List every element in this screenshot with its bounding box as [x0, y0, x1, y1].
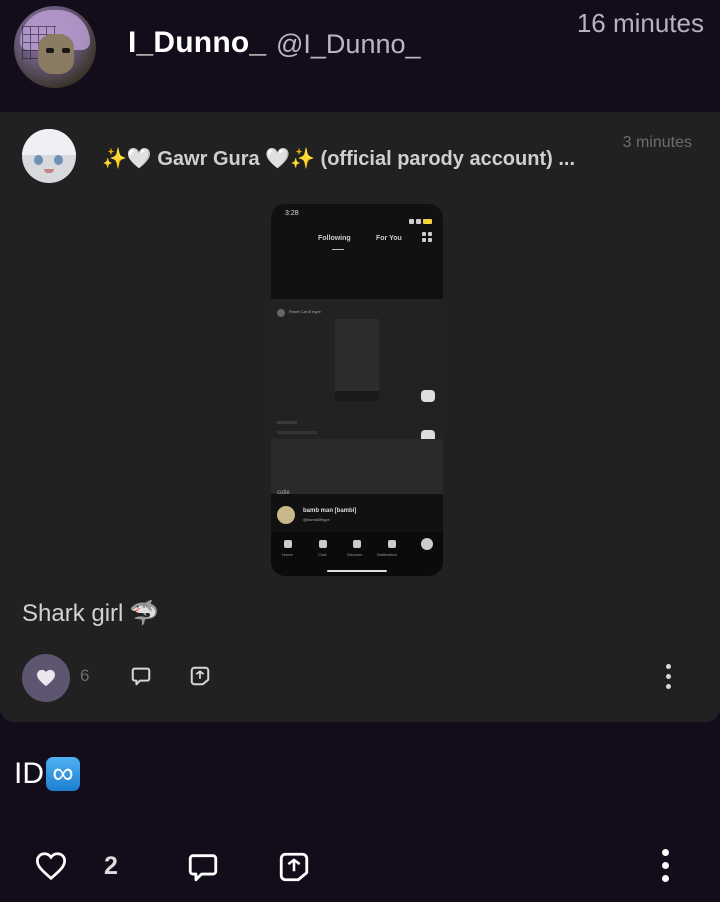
phone-gray-block [271, 439, 443, 494]
comment-icon [188, 854, 218, 882]
share-icon [279, 852, 309, 882]
phone-nav-chat: Chat [318, 552, 327, 557]
like-count: 2 [104, 852, 118, 880]
phone-tab-following: Following [318, 235, 351, 242]
user-handle[interactable]: @I_Dunno_ [276, 29, 421, 60]
phone-status-icons [407, 211, 433, 224]
phone-nav-notification: Notification [377, 552, 397, 557]
avatar-face [38, 34, 74, 74]
quoted-avatar-mouth [44, 169, 54, 173]
phone-grid-icon [422, 232, 434, 244]
post-text-content: ID [14, 757, 44, 790]
quoted-more-button[interactable] [660, 664, 676, 690]
post-action-bar: 2 [0, 840, 720, 892]
phone-caption: cutie [277, 490, 290, 496]
quoted-caption-text: Shark girl [22, 600, 124, 627]
quoted-action-bar: 6 [0, 652, 720, 702]
quoted-like-count: 6 [80, 666, 90, 685]
phone-home-icon [284, 540, 292, 548]
phone-commenter-handle: @bambiØhype [303, 517, 330, 522]
quoted-like-button[interactable] [22, 654, 70, 702]
shark-emoji: 🦈 [129, 600, 160, 627]
share-button[interactable] [277, 850, 311, 889]
phone-commenter-avatar [277, 506, 295, 524]
phone-discover-icon [353, 540, 361, 548]
quoted-avatar-hair [22, 129, 76, 155]
quoted-caption: Shark girl 🦈 [22, 599, 159, 628]
quoted-display-name[interactable]: ✨🤍 Gawr Gura 🤍✨ (official parody account… [102, 146, 592, 171]
more-button[interactable] [658, 849, 674, 885]
phone-nav-discover: Discover [347, 552, 363, 557]
phone-heart-icon [421, 390, 435, 402]
phone-bell-icon [388, 540, 396, 548]
attached-screenshot-image[interactable]: 3:28 Following For You Reset Cat Ø hype … [271, 204, 443, 576]
quoted-post-card[interactable]: ✨🤍 Gawr Gura 🤍✨ (official parody account… [0, 112, 720, 722]
phone-tab-indicator [332, 249, 344, 250]
post-header: I_Dunno_ @I_Dunno_ 16 minutes [0, 0, 720, 110]
phone-feed-inner-bar [335, 391, 379, 401]
heart-outline-icon [35, 852, 67, 881]
avatar[interactable] [14, 6, 96, 88]
quoted-avatar-eye [34, 155, 43, 165]
phone-profile-icon [421, 538, 433, 550]
phone-home-indicator [327, 570, 387, 572]
phone-feed-post: Reset Cat Ø hype [271, 299, 443, 439]
quoted-share-button[interactable] [189, 665, 211, 692]
avatar-eye [46, 48, 54, 53]
username[interactable]: I_Dunno_ [128, 26, 266, 60]
post-text: ID ∞ [14, 757, 80, 791]
share-icon [190, 666, 210, 686]
avatar-eye [62, 48, 70, 53]
phone-feed-username: Reset Cat Ø hype [289, 309, 321, 314]
comment-button[interactable] [186, 850, 220, 889]
infinity-emoji: ∞ [46, 757, 80, 791]
phone-status-time: 3:28 [285, 210, 299, 217]
like-button[interactable] [34, 851, 68, 886]
post-timestamp: 16 minutes [576, 8, 704, 38]
comment-icon [131, 667, 151, 686]
quoted-timestamp: 3 minutes [622, 134, 692, 151]
phone-nav-home: Home [282, 552, 293, 557]
phone-tab-foryou: For You [376, 235, 402, 242]
phone-feed-inner-image [335, 319, 379, 399]
heart-filled-icon [37, 669, 55, 687]
quoted-avatar[interactable] [22, 129, 76, 183]
quoted-comment-button[interactable] [130, 665, 152, 692]
quoted-avatar-eye [54, 155, 63, 165]
phone-chat-icon [319, 540, 327, 548]
phone-commenter-name: bamb man [bambi] [303, 508, 357, 514]
